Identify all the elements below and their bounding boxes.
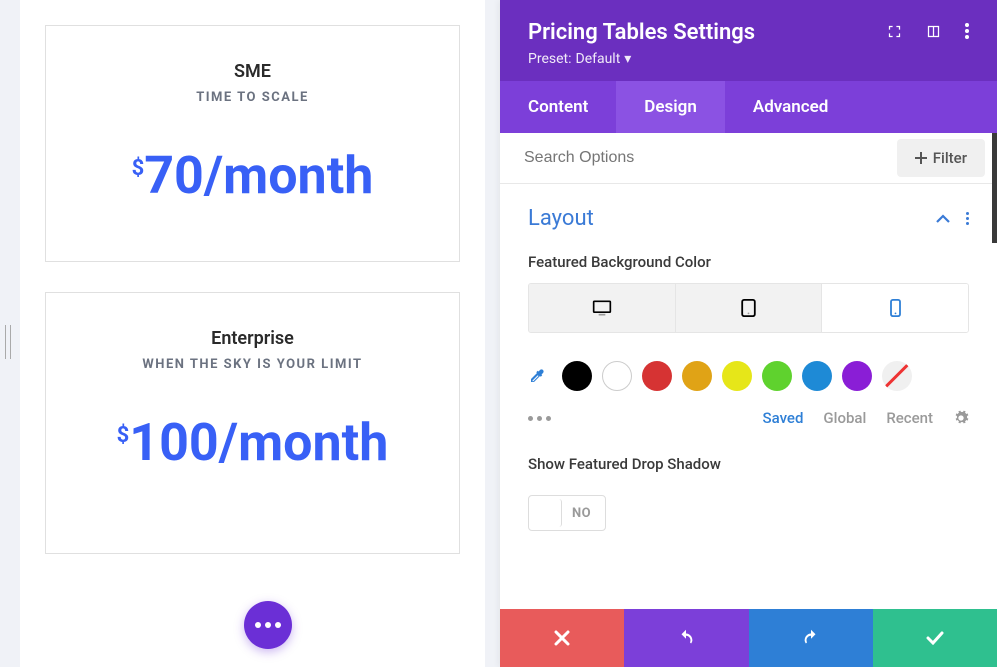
tab-content[interactable]: Content <box>500 81 616 133</box>
redo-icon <box>801 629 821 647</box>
plan-name: Enterprise <box>66 328 439 349</box>
pricing-card-sme[interactable]: SME TIME TO SCALE $70/month <box>45 25 460 262</box>
search-row: Filter <box>500 133 997 184</box>
preset-value: Default <box>576 51 621 67</box>
redo-button[interactable] <box>749 609 873 667</box>
color-swatches <box>528 361 969 391</box>
price-line: $70/month <box>66 145 439 206</box>
gear-icon[interactable] <box>953 410 969 426</box>
plan-name: SME <box>66 61 439 82</box>
fab-more-button[interactable] <box>244 601 292 649</box>
scrollbar[interactable] <box>992 133 997 243</box>
palette-tab-saved[interactable]: Saved <box>763 409 804 427</box>
filter-button[interactable]: Filter <box>897 139 985 177</box>
close-icon <box>554 630 570 646</box>
plan-tagline: WHEN THE SKY IS YOUR LIMIT <box>66 357 439 372</box>
swatch-white[interactable] <box>602 361 632 391</box>
price-period: /month <box>204 145 374 206</box>
tablet-icon <box>741 299 756 317</box>
chevron-up-icon[interactable] <box>936 214 950 223</box>
filter-label: Filter <box>933 149 967 167</box>
panel-tabs: Content Design Advanced <box>500 81 997 133</box>
cancel-button[interactable] <box>500 609 624 667</box>
drag-handle[interactable] <box>5 325 11 359</box>
swatch-red[interactable] <box>642 361 672 391</box>
drop-shadow-toggle[interactable]: NO <box>528 495 606 531</box>
drop-shadow-label: Show Featured Drop Shadow <box>528 455 969 473</box>
palette-tab-recent[interactable]: Recent <box>886 409 933 427</box>
swatch-yellow[interactable] <box>722 361 752 391</box>
canvas-area: SME TIME TO SCALE $70/month Enterprise W… <box>20 0 485 667</box>
more-vertical-icon[interactable] <box>966 212 969 225</box>
swatch-blue[interactable] <box>802 361 832 391</box>
eyedropper-icon[interactable] <box>528 367 546 385</box>
caret-down-icon: ▾ <box>624 51 631 67</box>
palette-tab-global[interactable]: Global <box>823 409 866 427</box>
price-amount: 70 <box>144 145 204 206</box>
desktop-icon <box>592 299 612 317</box>
price-line: $100/month <box>66 412 439 473</box>
plus-icon <box>915 152 927 164</box>
more-vertical-icon[interactable] <box>965 23 969 39</box>
pricing-card-enterprise[interactable]: Enterprise WHEN THE SKY IS YOUR LIMIT $1… <box>45 292 460 554</box>
preset-label: Preset: <box>528 51 572 67</box>
more-horizontal-icon[interactable] <box>528 416 551 421</box>
check-icon <box>926 631 944 645</box>
device-desktop-tab[interactable] <box>529 284 675 332</box>
swatch-none[interactable] <box>882 361 912 391</box>
device-tablet-tab[interactable] <box>675 284 822 332</box>
confirm-button[interactable] <box>873 609 997 667</box>
plan-tagline: TIME TO SCALE <box>66 90 439 105</box>
search-input[interactable] <box>500 133 897 183</box>
currency-symbol: $ <box>117 423 130 448</box>
device-phone-tab[interactable] <box>821 284 968 332</box>
section-title[interactable]: Layout <box>528 206 594 231</box>
device-tabs <box>528 283 969 333</box>
swatch-purple[interactable] <box>842 361 872 391</box>
swatch-green[interactable] <box>762 361 792 391</box>
preset-selector[interactable]: Preset: Default ▾ <box>528 51 755 67</box>
featured-bg-label: Featured Background Color <box>528 253 969 271</box>
toggle-thumb <box>532 499 562 527</box>
price-period: /month <box>219 412 389 473</box>
panel-header: Pricing Tables Settings Preset: Default … <box>500 0 997 81</box>
undo-icon <box>676 629 696 647</box>
tab-advanced[interactable]: Advanced <box>725 81 857 133</box>
currency-symbol: $ <box>132 156 145 181</box>
swatch-black[interactable] <box>562 361 592 391</box>
undo-button[interactable] <box>624 609 748 667</box>
layout-section: Layout Featured Background Color <box>500 184 997 553</box>
panel-footer <box>500 609 997 667</box>
price-amount: 100 <box>129 412 219 473</box>
toggle-value: NO <box>562 506 605 521</box>
fullscreen-icon[interactable] <box>887 24 902 39</box>
tab-design[interactable]: Design <box>616 81 725 133</box>
panel-title: Pricing Tables Settings <box>528 20 755 45</box>
columns-icon[interactable] <box>926 24 941 39</box>
settings-panel: Pricing Tables Settings Preset: Default … <box>500 0 997 667</box>
swatch-orange[interactable] <box>682 361 712 391</box>
phone-icon <box>890 299 901 317</box>
